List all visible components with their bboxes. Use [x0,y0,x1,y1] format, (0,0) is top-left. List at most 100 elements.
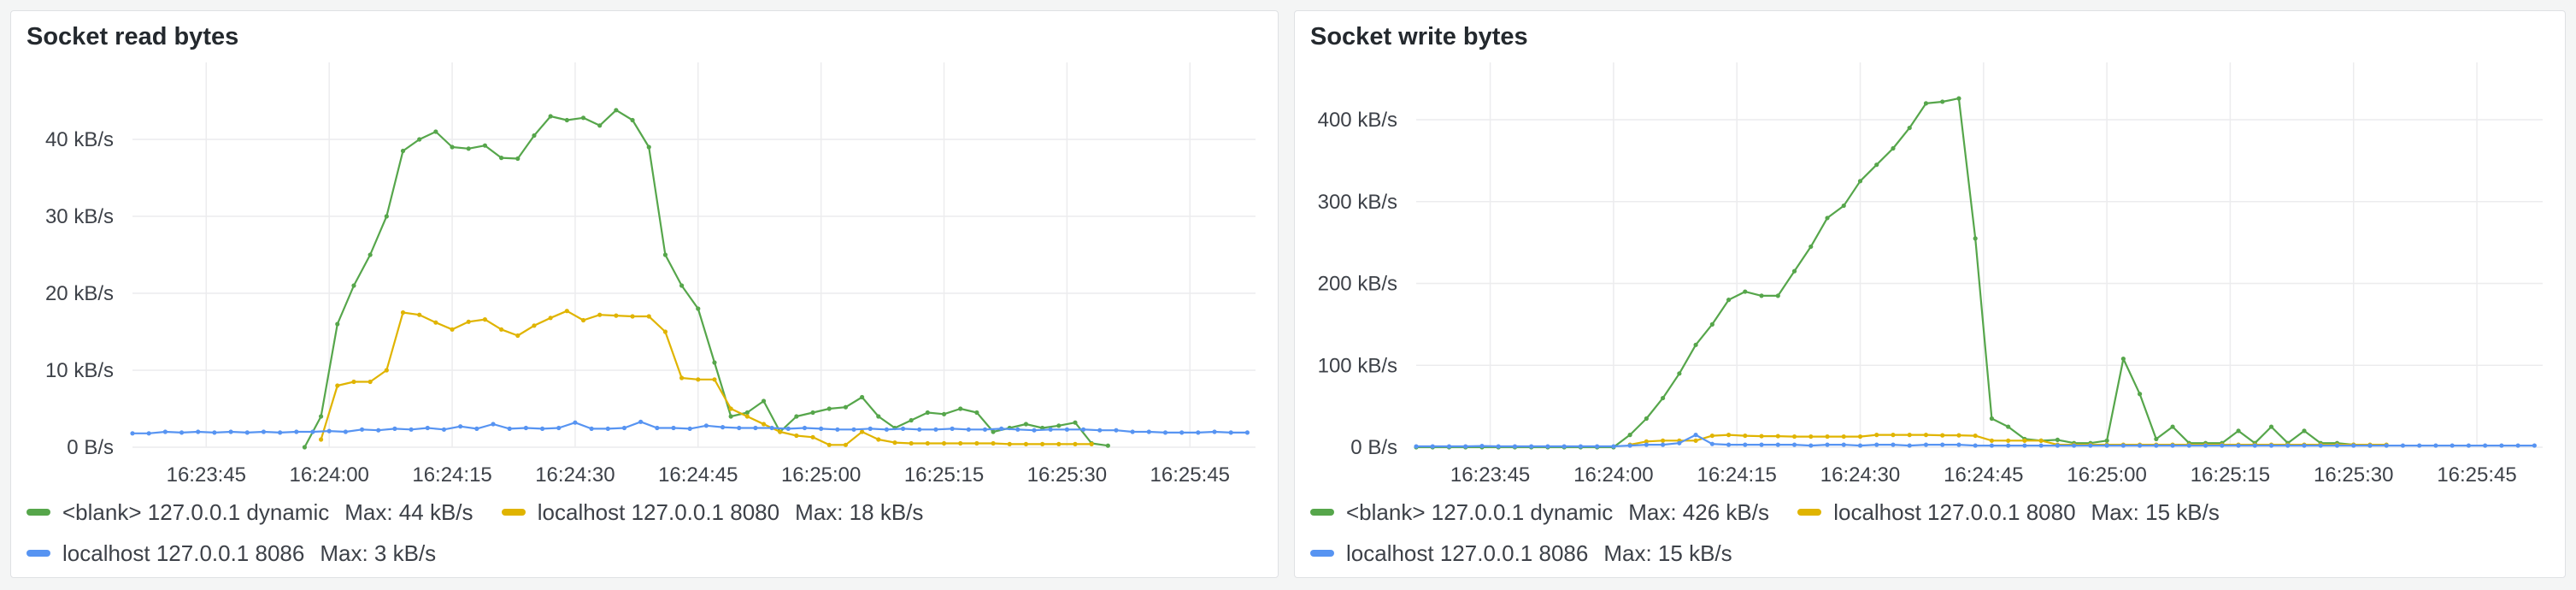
data-point [2137,392,2143,397]
data-point [1545,444,1550,449]
data-point [1073,420,1078,425]
data-point [884,427,889,432]
data-point [499,327,504,332]
data-point [1007,441,1012,446]
data-point [876,414,881,419]
legend-max-label: Max: [1628,499,1677,525]
data-point [179,430,185,435]
legend-label: localhost 127.0.0.1 8080 [537,499,780,525]
data-point [597,123,603,128]
data-point [1874,162,1879,168]
legend-label: localhost 127.0.0.1 8086 [62,540,305,566]
data-point [539,426,545,431]
data-point [1479,443,1485,449]
data-point [999,426,1004,431]
legend-item-localhost-8086[interactable]: localhost 127.0.0.1 8086 Max: 3 kB/s [26,533,436,574]
data-point [433,320,438,325]
data-point [696,377,701,382]
data-point [368,379,373,385]
data-point [2006,424,2011,429]
data-point [646,145,651,150]
legend-item-localhost-8086[interactable]: localhost 127.0.0.1 8086 Max: 15 kB/s [1310,533,1732,574]
data-point [2055,437,2060,442]
data-point [2006,443,2011,448]
data-point [794,433,799,439]
data-point [974,440,979,446]
data-point [326,428,332,434]
data-point [1923,101,1929,106]
legend-item-localhost-8080[interactable]: localhost 127.0.0.1 8080 Max: 18 kB/s [501,492,923,533]
data-point [778,429,783,434]
data-point [737,425,742,431]
data-point [1578,444,1584,449]
data-point [458,424,463,429]
data-point [2252,443,2257,448]
series-blank-127-0-0-1-dynamic[interactable] [1414,96,2373,450]
data-point [826,406,832,411]
data-point [1973,443,1978,448]
data-point [1677,371,1682,376]
data-point [703,423,709,428]
data-point [966,427,971,432]
data-point [1973,236,1978,241]
data-point [564,309,569,314]
series-blank-127-0-0-1-dynamic[interactable] [302,108,1110,450]
data-point [2038,443,2044,448]
data-point [368,252,373,257]
data-point [310,429,315,434]
series-localhost-127-0-0-1-8086[interactable] [130,419,1250,436]
data-point [2433,443,2438,448]
data-point [1056,441,1062,446]
data-point [794,414,799,419]
data-point [482,143,488,148]
data-point [917,427,922,432]
data-point [318,414,324,419]
data-point [146,431,151,436]
data-point [2120,443,2126,448]
data-point [2351,443,2356,448]
data-point [2006,438,2011,443]
data-point [1661,438,1666,443]
series-swatch-yellow [1797,509,1822,516]
chart-socket-write-bytes: 0 B/s 100 kB/s 200 kB/s 300 kB/s 400 kB/s 16:… [1318,62,2543,487]
data-point [728,414,733,419]
data-point [1105,443,1110,448]
data-point [1114,428,1119,433]
data-point [909,417,914,423]
legend-max-label: Max: [344,499,393,525]
data-point [351,379,356,385]
data-point [466,146,471,151]
data-point [867,426,873,431]
series-swatch-blue [26,550,50,558]
data-point [1693,433,1698,438]
data-point [1825,434,1830,440]
data-point [556,425,562,431]
data-point [1709,322,1714,327]
series-swatch-yellow [501,509,526,516]
data-point [2285,443,2291,448]
data-point [1923,442,1929,447]
legend-max-label: Max: [2091,499,2139,525]
data-point [696,306,701,311]
data-point [491,422,496,427]
data-point [2170,424,2175,429]
x-tick-label: 16:25:15 [2191,463,2270,487]
x-tick-label: 16:25:00 [781,463,861,487]
legend-item-blank-dynamic[interactable]: <blank> 127.0.0.1 dynamic Max: 44 kB/s [26,492,473,533]
y-tick-label: 300 kB/s [1318,191,1397,214]
x-tick-label: 16:24:45 [658,463,738,487]
data-point [974,410,979,416]
legend-item-localhost-8080[interactable]: localhost 127.0.0.1 8080 Max: 15 kB/s [1797,492,2220,533]
data-point [662,329,668,334]
data-point [2203,443,2208,448]
legend-item-blank-dynamic[interactable]: <blank> 127.0.0.1 dynamic Max: 426 kB/s [1310,492,1769,533]
data-point [1989,443,1995,448]
data-point [614,313,619,318]
series-line [303,109,1109,448]
data-point [450,145,455,150]
data-point [343,429,348,434]
data-point [1857,443,1863,448]
data-point [851,427,856,432]
x-tick-label: 16:25:30 [1027,463,1107,487]
data-point [876,437,881,442]
